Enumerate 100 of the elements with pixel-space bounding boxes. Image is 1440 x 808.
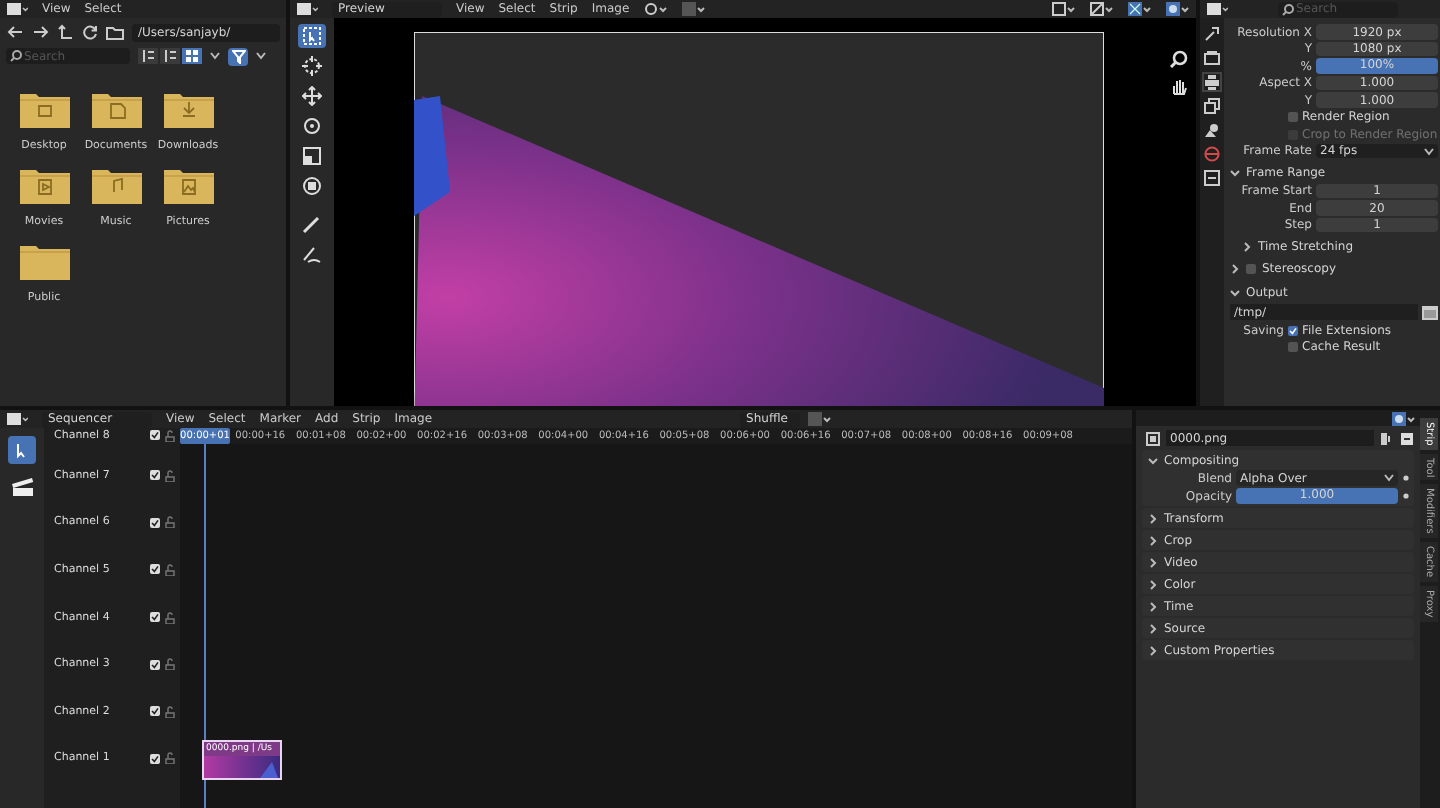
lock-icon[interactable]: [164, 516, 176, 529]
caret-icon[interactable]: [210, 52, 220, 60]
sound-icon[interactable]: [1380, 431, 1394, 445]
chevron-right-icon[interactable]: [1148, 513, 1158, 523]
lock-icon[interactable]: [164, 469, 176, 482]
checkbox[interactable]: [150, 564, 160, 575]
view-mode-button[interactable]: [160, 48, 180, 64]
scene-icon[interactable]: [1204, 122, 1220, 138]
editor-type-icon[interactable]: [296, 2, 318, 16]
filter-icon: [231, 49, 245, 63]
globe-icon[interactable]: [1204, 146, 1220, 162]
checkbox-icon[interactable]: [1400, 431, 1414, 445]
folder-icon: [163, 90, 213, 128]
list-icon: [142, 50, 154, 62]
channels-icon[interactable]: [1090, 2, 1114, 16]
chevron-right-icon[interactable]: [1148, 535, 1158, 545]
keyframe-dot-icon[interactable]: [1402, 474, 1410, 482]
view-mode-button[interactable]: [182, 48, 202, 64]
editor-type-icon[interactable]: [1206, 2, 1228, 16]
caret-icon: [1424, 147, 1434, 155]
tool-button[interactable]: [298, 24, 326, 48]
refresh-icon[interactable]: [82, 24, 98, 40]
select-tool-icon[interactable]: [8, 436, 36, 464]
chevron-right-icon[interactable]: [1148, 623, 1158, 633]
tool-button[interactable]: [298, 144, 326, 168]
image-stack-icon[interactable]: [1204, 98, 1220, 114]
annotate-line-tool-icon: [302, 244, 322, 264]
overlay-icon[interactable]: [1166, 2, 1190, 16]
new-folder-icon[interactable]: [106, 24, 124, 40]
texture-icon[interactable]: [1204, 170, 1220, 186]
pivot-icon[interactable]: [643, 2, 668, 16]
folder-icon: [19, 166, 69, 204]
lock-icon[interactable]: [164, 563, 176, 576]
chevron-right-icon[interactable]: [1148, 557, 1158, 567]
chevron-right-icon[interactable]: [1230, 264, 1240, 274]
clapperboard-icon[interactable]: [10, 474, 34, 498]
folder-icon: [91, 166, 141, 204]
overlay-icon[interactable]: [1392, 411, 1416, 425]
filter-button[interactable]: [228, 47, 248, 65]
chevron-down-icon[interactable]: [1148, 455, 1158, 465]
annotate-tool-icon: [302, 214, 322, 234]
caret-icon: [1384, 474, 1394, 482]
search-icon: [10, 50, 22, 62]
checkbox[interactable]: [150, 612, 160, 623]
snap-icon[interactable]: [808, 412, 833, 426]
rotate-tool-icon: [302, 116, 322, 136]
move-tool-icon: [302, 86, 322, 106]
chevron-down-icon[interactable]: [1230, 287, 1240, 297]
checkbox[interactable]: [150, 470, 160, 481]
checkbox[interactable]: [150, 753, 160, 764]
tool-icon[interactable]: [1204, 26, 1220, 42]
chevron-right-icon[interactable]: [1148, 645, 1158, 655]
checkbox[interactable]: [1288, 342, 1298, 352]
editor-type-icon[interactable]: [6, 2, 28, 16]
chevron-right-icon[interactable]: [1242, 241, 1252, 251]
checkbox[interactable]: [1288, 112, 1298, 122]
camera-icon[interactable]: [1204, 50, 1220, 66]
forward-arrow-icon[interactable]: [32, 24, 50, 40]
image-icon: [1146, 431, 1160, 445]
checkbox[interactable]: [1246, 264, 1256, 274]
transform-tool-icon: [302, 176, 322, 196]
folder-icon: [19, 242, 69, 280]
tool-button[interactable]: [298, 242, 326, 266]
zoom-icon[interactable]: [1170, 50, 1188, 68]
editor-type-icon[interactable]: [6, 412, 28, 426]
tool-button[interactable]: [298, 114, 326, 138]
search-icon: [1282, 3, 1294, 15]
checkbox[interactable]: [150, 429, 160, 439]
view-mode-button[interactable]: [138, 48, 158, 64]
grid-icon: [186, 50, 198, 62]
checkbox[interactable]: [150, 659, 160, 670]
hand-icon[interactable]: [1170, 78, 1188, 96]
checkbox[interactable]: [150, 706, 160, 717]
select-tool-icon: [302, 26, 322, 46]
list-icon: [164, 50, 176, 62]
folder-icon[interactable]: [1422, 305, 1438, 319]
keyframe-dot-icon[interactable]: [1402, 492, 1410, 500]
printer-icon[interactable]: [1204, 74, 1220, 90]
tool-button[interactable]: [298, 54, 326, 78]
tool-button[interactable]: [298, 84, 326, 108]
lock-icon[interactable]: [164, 611, 176, 624]
snap-icon[interactable]: [681, 2, 706, 16]
chevron-right-icon[interactable]: [1148, 601, 1158, 611]
scale-tool-icon: [302, 146, 322, 166]
display-icon[interactable]: [1052, 2, 1076, 16]
folder-icon: [19, 90, 69, 128]
chevron-down-icon[interactable]: [1230, 167, 1240, 177]
lock-icon[interactable]: [164, 705, 176, 718]
gizmo-icon[interactable]: [1128, 2, 1152, 16]
lock-icon[interactable]: [164, 658, 176, 671]
lock-icon[interactable]: [164, 429, 176, 441]
parent-folder-icon[interactable]: [58, 24, 74, 40]
checkbox[interactable]: [150, 517, 160, 528]
tool-button[interactable]: [298, 174, 326, 198]
chevron-right-icon[interactable]: [1148, 579, 1158, 589]
caret-icon[interactable]: [256, 52, 266, 60]
folder-icon: [163, 166, 213, 204]
cursor-tool-icon: [302, 56, 322, 76]
back-arrow-icon[interactable]: [6, 24, 24, 40]
lock-icon[interactable]: [164, 752, 176, 765]
